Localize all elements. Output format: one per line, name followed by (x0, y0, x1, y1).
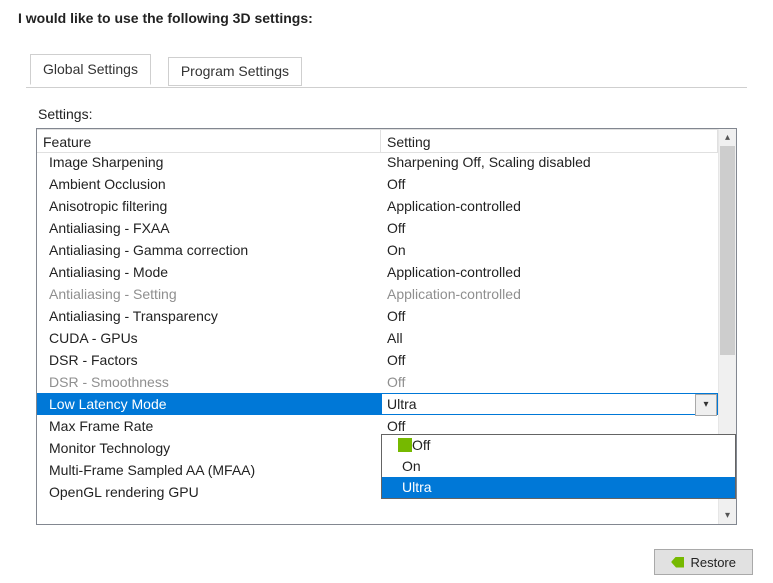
feature-cell: Anisotropic filtering (37, 195, 381, 217)
table-row[interactable]: Antialiasing - Transparency Off (37, 305, 718, 327)
feature-cell: Antialiasing - Mode (37, 261, 381, 283)
table-row: DSR - Smoothness Off (37, 371, 718, 393)
value-cell: Off (381, 371, 718, 393)
table-row[interactable]: Ambient Occlusion Off (37, 173, 718, 195)
value-cell: Sharpening Off, Scaling disabled (381, 151, 718, 173)
scroll-down-button[interactable]: ▾ (719, 507, 736, 524)
table-row[interactable]: Anisotropic filtering Application-contro… (37, 195, 718, 217)
low-latency-dropdown: Off On Ultra (381, 434, 718, 499)
feature-cell: Image Sharpening (37, 151, 381, 173)
tab-global-settings[interactable]: Global Settings (30, 54, 151, 85)
chevron-down-icon: ▾ (703, 395, 708, 415)
value-cell: Off (381, 305, 718, 327)
restore-button[interactable]: Restore (654, 549, 753, 575)
combobox-value: Ultra (387, 396, 417, 412)
restore-button-label: Restore (690, 555, 736, 570)
dropdown-option-on[interactable]: On (382, 456, 718, 477)
chevron-down-icon: ▾ (725, 510, 730, 521)
page-title: I would like to use the following 3D set… (18, 10, 757, 26)
chevron-up-icon: ▴ (725, 132, 730, 143)
feature-cell: CUDA - GPUs (37, 327, 381, 349)
feature-cell: Antialiasing - Setting (37, 283, 381, 305)
column-header-feature[interactable]: Feature (37, 129, 381, 153)
value-cell: All (381, 327, 718, 349)
settings-list: Feature Setting Image Sharpening Sharpen… (36, 128, 737, 525)
value-cell: Application-controlled (381, 261, 718, 283)
value-cell: On (381, 239, 718, 261)
feature-cell: Ambient Occlusion (37, 173, 381, 195)
table-row: Antialiasing - Setting Application-contr… (37, 283, 718, 305)
scroll-up-button[interactable]: ▴ (719, 129, 736, 146)
feature-cell: Multi-Frame Sampled AA (MFAA) (37, 459, 381, 481)
nvidia-icon (671, 557, 684, 568)
tab-program-settings[interactable]: Program Settings (168, 57, 302, 86)
settings-panel: Settings: Feature Setting Image Sharpeni… (16, 88, 757, 525)
dropdown-option-ultra[interactable]: Ultra (382, 477, 718, 498)
table-row[interactable]: DSR - Factors Off (37, 349, 718, 371)
feature-cell: Antialiasing - FXAA (37, 217, 381, 239)
nvidia-icon (398, 438, 412, 452)
value-cell: Off (381, 349, 718, 371)
value-cell-combobox[interactable]: Ultra ▾ (381, 393, 718, 415)
feature-cell: Antialiasing - Gamma correction (37, 239, 381, 261)
tab-strip: Global Settings Program Settings (16, 54, 757, 88)
value-cell: Off (381, 217, 718, 239)
value-cell: Application-controlled (381, 195, 718, 217)
table-row[interactable]: Image Sharpening Sharpening Off, Scaling… (37, 151, 718, 173)
feature-cell: Low Latency Mode (37, 393, 381, 415)
table-row[interactable]: Antialiasing - Mode Application-controll… (37, 261, 718, 283)
feature-cell: Monitor Technology (37, 437, 381, 459)
column-header-setting[interactable]: Setting (381, 129, 718, 153)
value-cell: Application-controlled (381, 283, 718, 305)
value-cell: Off (381, 173, 718, 195)
table-row[interactable]: Antialiasing - FXAA Off (37, 217, 718, 239)
feature-cell: DSR - Smoothness (37, 371, 381, 393)
settings-label: Settings: (38, 106, 737, 122)
table-row[interactable]: CUDA - GPUs All (37, 327, 718, 349)
scrollbar-thumb[interactable] (720, 146, 735, 355)
feature-cell: OpenGL rendering GPU (37, 481, 381, 503)
combobox-dropdown-button[interactable]: ▾ (695, 394, 717, 416)
feature-cell: Max Frame Rate (37, 415, 381, 437)
feature-cell: DSR - Factors (37, 349, 381, 371)
table-row[interactable]: Antialiasing - Gamma correction On (37, 239, 718, 261)
dropdown-option-off[interactable]: Off (382, 435, 718, 456)
table-header: Feature Setting (37, 129, 718, 151)
table-row-selected[interactable]: Low Latency Mode Ultra ▾ (37, 393, 718, 415)
dropdown-option-label: Off (412, 437, 430, 453)
feature-cell: Antialiasing - Transparency (37, 305, 381, 327)
